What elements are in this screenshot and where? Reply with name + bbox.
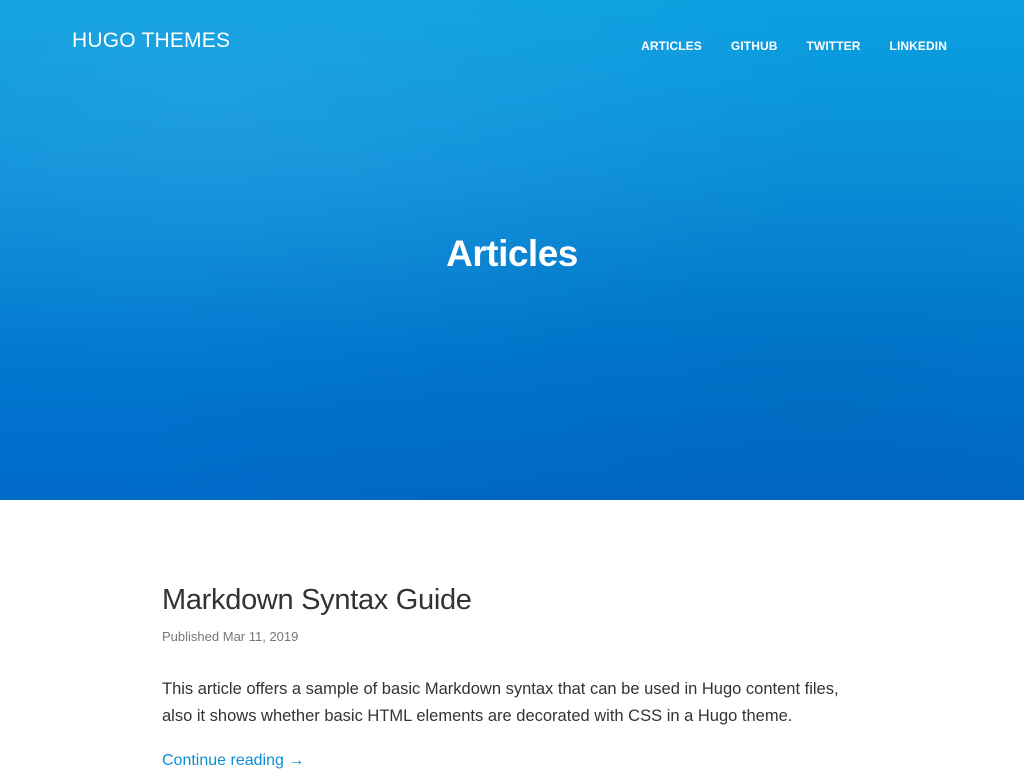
post-meta-prefix: Published bbox=[162, 629, 220, 644]
post-meta: Published Mar 11, 2019 bbox=[162, 629, 862, 644]
post-summary: This article offers a sample of basic Ma… bbox=[162, 680, 839, 725]
post-title-text[interactable]: Markdown Syntax Guide bbox=[162, 584, 472, 616]
nav-link-twitter[interactable]: TWITTER bbox=[807, 39, 861, 53]
page-title: Articles bbox=[446, 233, 578, 274]
continue-reading-link[interactable]: Continue reading → bbox=[162, 752, 304, 769]
nav-link-github[interactable]: GITHUB bbox=[731, 39, 778, 53]
main-content: Markdown Syntax Guide Published Mar 11, … bbox=[0, 500, 1024, 770]
post-date: Mar 11, 2019 bbox=[222, 629, 299, 644]
site-brand-link[interactable]: HUGO THEMES bbox=[72, 29, 230, 53]
post-preview: Markdown Syntax Guide Published Mar 11, … bbox=[162, 584, 862, 770]
hero-header: HUGO THEMES ARTICLES GITHUB TWITTER LINK… bbox=[0, 0, 1024, 500]
top-navbar: HUGO THEMES ARTICLES GITHUB TWITTER LINK… bbox=[0, 0, 1024, 86]
nav-link-articles[interactable]: ARTICLES bbox=[641, 39, 702, 53]
nav-link-linkedin[interactable]: LINKEDIN bbox=[890, 39, 947, 53]
nav-item-articles: ARTICLES bbox=[641, 37, 702, 55]
nav-menu: ARTICLES GITHUB TWITTER LINKEDIN bbox=[641, 37, 947, 55]
nav-item-github: GITHUB bbox=[731, 37, 778, 55]
nav-item-linkedin: LINKEDIN bbox=[890, 37, 947, 55]
post-title[interactable]: Markdown Syntax Guide bbox=[162, 584, 862, 617]
nav-item-twitter: TWITTER bbox=[807, 37, 861, 55]
